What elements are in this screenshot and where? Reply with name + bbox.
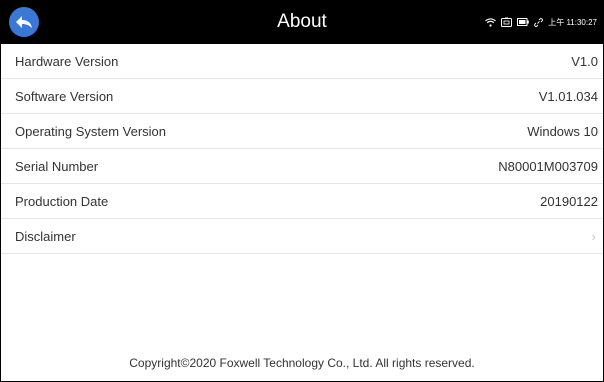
vci-icon <box>501 17 513 27</box>
header-bar: About 上午 11:30:27 <box>1 0 603 44</box>
info-list: Hardware Version V1.0 Software Version V… <box>1 44 603 254</box>
row-value: V1.0 <box>571 53 598 69</box>
row-label: Production Date <box>15 193 109 209</box>
disclaimer-label: Disclaimer <box>15 228 76 244</box>
about-screen: About 上午 11:30:27 Hardware Version V1.0 … <box>0 0 604 382</box>
back-arrow-icon <box>16 16 32 28</box>
row-value: V1.01.034 <box>538 88 598 104</box>
row-label: Software Version <box>15 88 114 104</box>
row-software-version: Software Version V1.01.034 <box>1 79 603 114</box>
wifi-icon <box>485 17 497 27</box>
status-time: 上午 11:30:27 <box>548 17 597 27</box>
row-label: Serial Number <box>15 158 99 174</box>
row-os-version: Operating System Version Windows 10 <box>1 114 603 149</box>
battery-icon <box>517 18 530 26</box>
link-icon <box>534 17 544 27</box>
row-value: 20190122 <box>540 193 598 209</box>
row-disclaimer[interactable]: Disclaimer › <box>1 219 603 254</box>
row-value: Windows 10 <box>527 123 598 139</box>
row-label: Hardware Version <box>15 53 119 69</box>
row-production-date: Production Date 20190122 <box>1 184 603 219</box>
chevron-right-icon: › <box>591 228 596 244</box>
row-hardware-version: Hardware Version V1.0 <box>1 44 603 79</box>
row-value: N80001M003709 <box>498 158 598 174</box>
row-serial-number: Serial Number N80001M003709 <box>1 149 603 184</box>
copyright-text: Copyright©2020 Foxwell Technology Co., L… <box>129 356 475 370</box>
row-label: Operating System Version <box>15 123 167 139</box>
status-bar: 上午 11:30:27 <box>485 0 597 44</box>
back-button[interactable] <box>9 7 39 37</box>
